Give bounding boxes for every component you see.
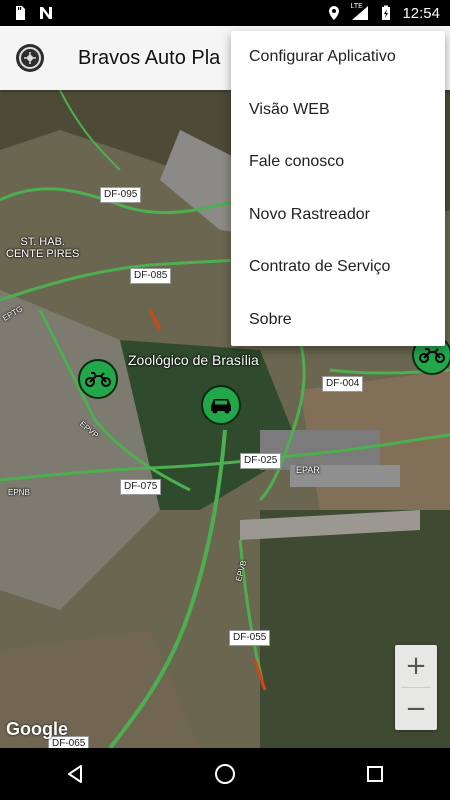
home-icon: [215, 764, 235, 784]
road-label-epnb: EPNB: [8, 488, 30, 497]
zoom-controls: + −: [395, 645, 437, 730]
navigation-bar: [0, 748, 450, 800]
sd-card-icon: [16, 6, 25, 20]
recents-button[interactable]: [345, 748, 405, 800]
road-label-df085: DF-085: [130, 268, 172, 284]
home-button[interactable]: [195, 748, 255, 800]
menu-item-sobre[interactable]: Sobre: [231, 294, 445, 347]
place-label-st-hab: ST. HAB. CENTE PIRES: [6, 236, 79, 260]
back-button[interactable]: [45, 748, 105, 800]
location-icon: [329, 6, 340, 20]
signal-icon: LTE: [350, 3, 370, 21]
network-type-label: LTE: [350, 3, 363, 10]
menu-item-configurar-aplicativo[interactable]: Configurar Aplicativo: [231, 31, 445, 84]
app-title: Bravos Auto Pla: [78, 46, 221, 69]
back-icon: [68, 765, 82, 783]
road-label-df075: DF-075: [120, 479, 162, 495]
place-label-line: CENTE PIRES: [6, 248, 80, 260]
menu-item-contrato-de-servico[interactable]: Contrato de Serviço: [231, 241, 445, 294]
road-label-df025: DF-025: [240, 453, 282, 469]
vehicle-marker-motorcycle[interactable]: [78, 359, 118, 399]
menu-item-visao-web[interactable]: Visão WEB: [231, 84, 445, 137]
road-label-df004: DF-004: [322, 376, 364, 392]
google-attribution[interactable]: Google: [6, 719, 68, 740]
recents-icon: [367, 766, 383, 782]
road-label-df095: DF-095: [100, 187, 142, 203]
vehicle-marker-car[interactable]: [201, 385, 241, 425]
road-label-df055: DF-055: [229, 630, 271, 646]
menu-item-fale-conosco[interactable]: Fale conosco: [231, 136, 445, 189]
battery-charging-icon: [382, 5, 391, 20]
overflow-menu: Configurar Aplicativo Visão WEB Fale con…: [231, 31, 445, 346]
motorcycle-icon: [419, 348, 445, 363]
zoom-in-button[interactable]: +: [395, 645, 437, 687]
app-logo-icon[interactable]: [16, 44, 44, 72]
menu-item-novo-rastreador[interactable]: Novo Rastreador: [231, 189, 445, 242]
place-label-zoo: Zoológico de Brasília: [128, 352, 259, 368]
clock: 12:54: [402, 4, 440, 22]
place-label-epar: EPAR: [296, 465, 320, 475]
status-bar: LTE 12:54: [0, 0, 450, 26]
place-label-line: ST. HAB.: [20, 236, 65, 248]
car-icon: [211, 399, 231, 414]
motorcycle-icon: [85, 372, 111, 387]
zoom-out-button[interactable]: −: [395, 688, 437, 730]
n-notification-icon: [40, 7, 52, 19]
